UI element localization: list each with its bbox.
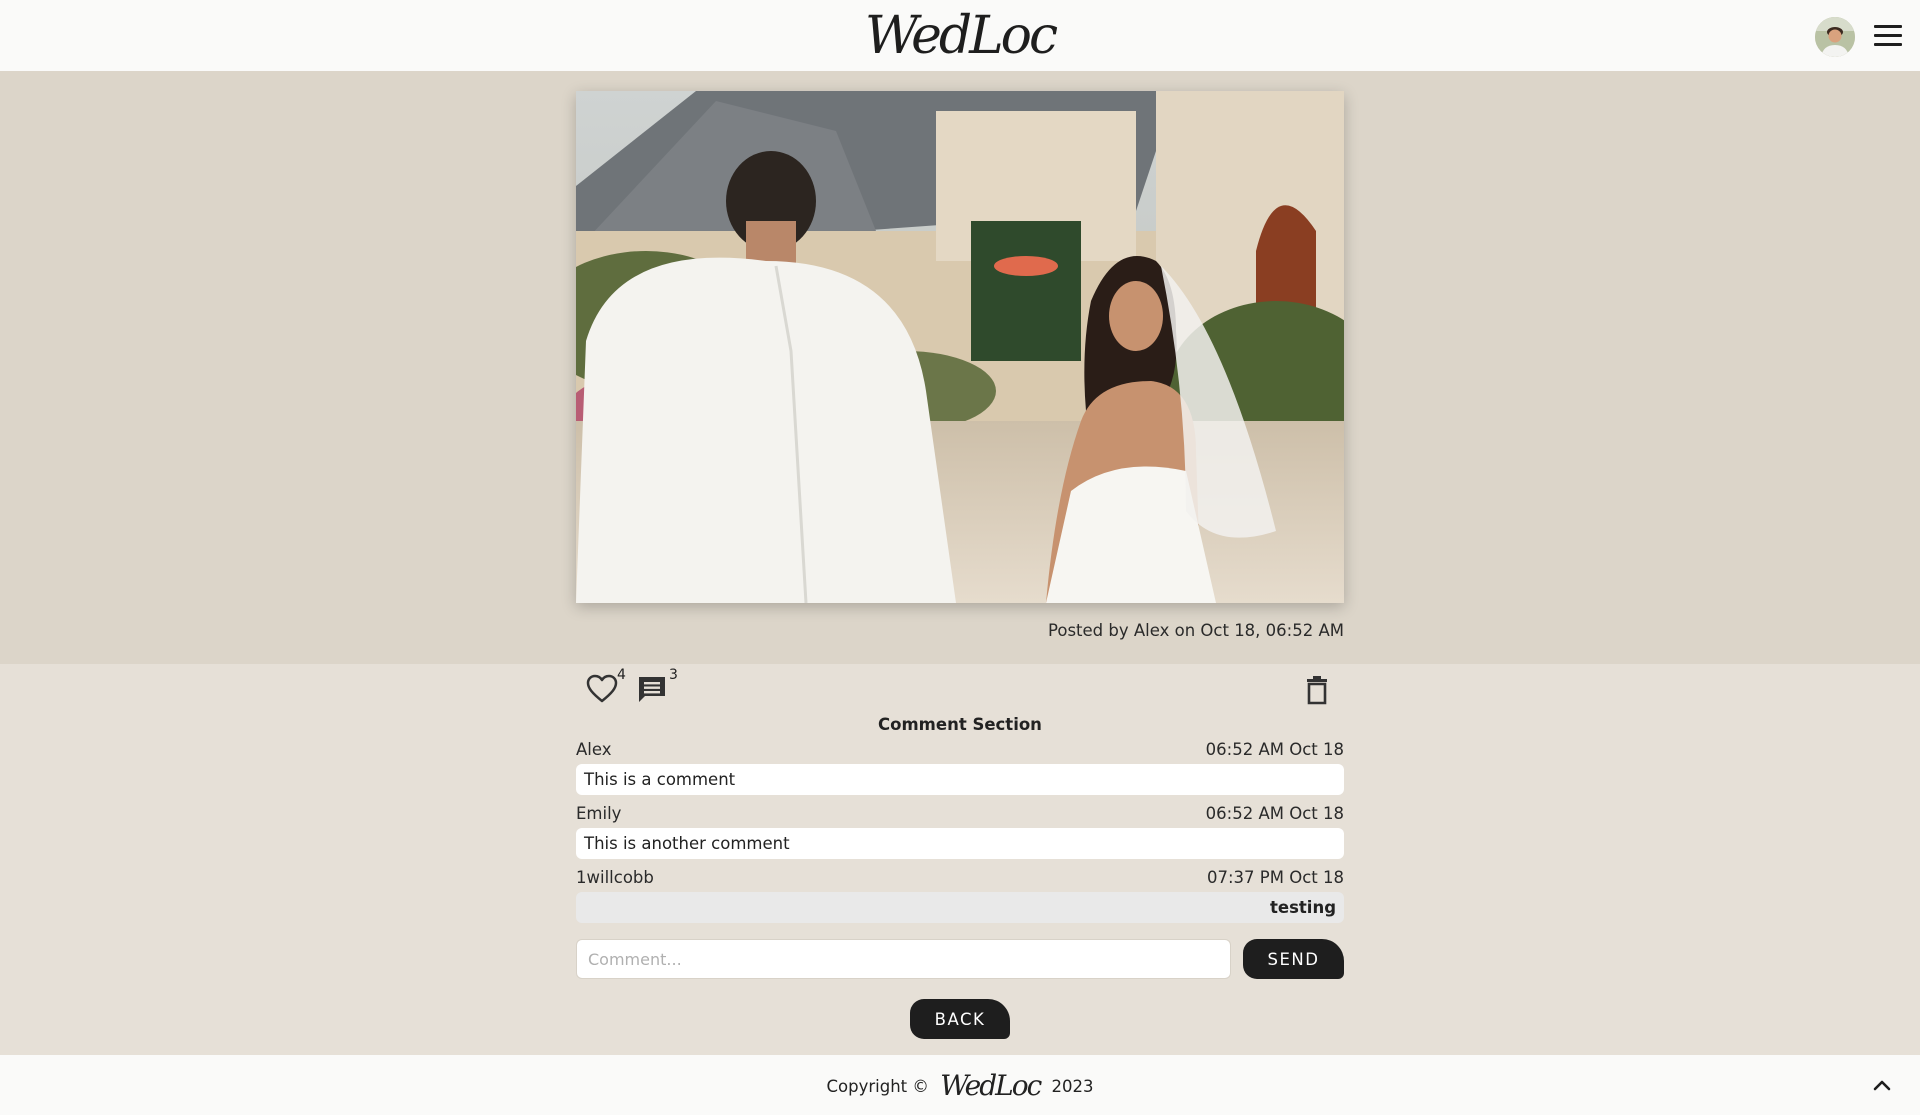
comment-author: 1willcobb	[576, 868, 654, 887]
comment-author: Alex	[576, 740, 612, 759]
top-navbar: WedLoc	[0, 0, 1920, 71]
comment-section-title: Comment Section	[878, 715, 1042, 734]
heart-icon[interactable]	[586, 674, 618, 704]
comment-count: 3	[669, 667, 678, 683]
wedding-photo	[576, 91, 1344, 603]
post-hero: Posted by Alex on Oct 18, 06:52 AM	[0, 71, 1920, 664]
comment-time: 07:37 PM Oct 18	[1207, 868, 1344, 887]
own-comment-body: testing	[576, 892, 1344, 923]
post-actions-and-comments: 4 3 Comment Section Alex 06:52 AM Oct 18…	[0, 664, 1920, 1055]
hamburger-menu-icon[interactable]	[1874, 25, 1902, 47]
comment-body: This is a comment	[576, 764, 1344, 795]
comment-body: This is another comment	[576, 828, 1344, 859]
comment-time: 06:52 AM Oct 18	[1205, 740, 1344, 759]
copyright-year: 2023	[1051, 1077, 1094, 1096]
trash-icon[interactable]	[1306, 675, 1328, 705]
footer: Copyright © WedLoc 2023	[0, 1055, 1920, 1115]
copyright-prefix: Copyright ©	[826, 1077, 929, 1096]
post-meta: Posted by Alex on Oct 18, 06:52 AM	[1048, 621, 1344, 640]
comment-author: Emily	[576, 804, 622, 823]
chevron-up-icon[interactable]	[1872, 1077, 1892, 1093]
send-button[interactable]: SEND	[1243, 939, 1344, 979]
comment-time: 06:52 AM Oct 18	[1205, 804, 1344, 823]
like-count: 4	[617, 667, 626, 683]
user-avatar[interactable]	[1815, 17, 1855, 57]
footer-logo: WedLoc	[940, 1069, 1042, 1102]
comment-input[interactable]	[576, 939, 1231, 979]
comment-icon[interactable]	[637, 675, 667, 705]
back-button[interactable]: BACK	[910, 999, 1010, 1039]
copyright-text: Copyright © WedLoc 2023	[0, 1069, 1920, 1102]
wedloc-logo[interactable]: WedLoc	[860, 4, 1060, 68]
